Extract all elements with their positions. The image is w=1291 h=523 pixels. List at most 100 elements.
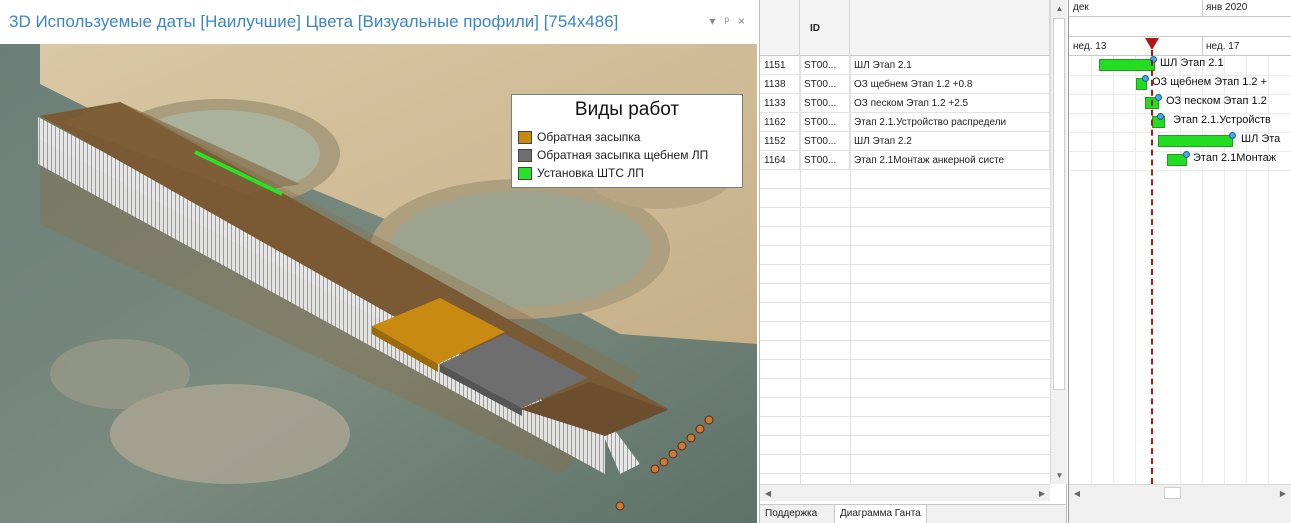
table-row-empty [760, 417, 1050, 436]
grid-header: ID [760, 0, 1050, 56]
scroll-right-icon[interactable]: ▶ [1034, 485, 1050, 502]
table-row-empty [760, 170, 1050, 189]
table-row-empty [760, 284, 1050, 303]
table-row[interactable]: 1164 ST00... Этап 2.1Монтаж анкерной сис… [760, 151, 1050, 170]
tab-support[interactable]: Поддержка [760, 505, 822, 523]
row-number: 1133 [760, 94, 800, 113]
row-name: ШЛ Этап 2.1 [850, 56, 1050, 75]
gantt-body: ШЛ Этап 2.1 ОЗ щебнем Этап 1.2 + ОЗ песк… [1069, 56, 1291, 484]
gantt-horizontal-scrollbar[interactable]: ◀ ▶ [1069, 484, 1291, 501]
gantt-gridline [1091, 56, 1092, 484]
legend-item-label: Обратная засыпка щебнем ЛП [537, 148, 709, 162]
tab-gantt-chart[interactable]: Диаграмма Ганта [834, 505, 927, 523]
row-id: ST00... [800, 132, 850, 151]
row-name: Этап 2.1Монтаж анкерной систе [850, 151, 1050, 170]
table-row-empty [760, 436, 1050, 455]
timescale-divider [1069, 36, 1291, 37]
row-number: 1162 [760, 113, 800, 132]
column-header-number[interactable] [760, 0, 800, 56]
row-number: 1151 [760, 56, 800, 75]
timescale-month: янв 2020 [1206, 2, 1248, 13]
gantt-gridline [1069, 170, 1291, 171]
table-row-empty [760, 246, 1050, 265]
link-handle-icon[interactable] [1155, 94, 1162, 101]
gantt-gridline [1113, 56, 1114, 484]
pin-icon[interactable]: ᵖ [724, 14, 729, 28]
grid-vertical-scrollbar[interactable]: ▲ ▼ [1050, 0, 1067, 484]
legend-item: Обратная засыпка щебнем ЛП [518, 146, 708, 164]
scroll-left-icon[interactable]: ◀ [1069, 485, 1085, 502]
row-id: ST00... [800, 151, 850, 170]
table-row-empty [760, 303, 1050, 322]
gantt-bar-label: Этап 2.1.Устройств [1173, 114, 1271, 126]
row-id: ST00... [800, 113, 850, 132]
close-icon[interactable]: × [738, 14, 745, 28]
link-handle-icon[interactable] [1157, 113, 1164, 120]
table-row[interactable]: 1162 ST00... Этап 2.1.Устройство распред… [760, 113, 1050, 132]
timescale-divider [1069, 16, 1291, 17]
gantt-bar[interactable] [1099, 59, 1155, 71]
dropdown-icon[interactable]: ▾ [709, 14, 715, 28]
scroll-thumb[interactable] [1164, 487, 1181, 499]
table-row-empty [760, 265, 1050, 284]
timescale-divider [1202, 36, 1203, 56]
link-handle-icon[interactable] [1142, 75, 1149, 82]
viewport-title: 3D Используемые даты [Наилучшие] Цвета [… [9, 12, 619, 31]
bottom-tabs: Поддержка Диаграмма Ганта [760, 504, 1066, 523]
table-row[interactable]: 1151 ST00... ШЛ Этап 2.1 [760, 56, 1050, 75]
column-header-name[interactable] [850, 0, 1050, 56]
gantt-bar-label: ОЗ щебнем Этап 1.2 + [1152, 76, 1268, 88]
gantt-bar[interactable] [1158, 135, 1233, 147]
table-row[interactable]: 1152 ST00... ШЛ Этап 2.2 [760, 132, 1050, 151]
legend-swatch [518, 166, 532, 180]
grid-horizontal-scrollbar[interactable]: ◀ ▶ [760, 484, 1050, 501]
scroll-down-icon[interactable]: ▼ [1051, 467, 1068, 484]
table-row-empty [760, 455, 1050, 474]
legend-swatch [518, 148, 532, 162]
row-name: ОЗ щебнем Этап 1.2 +0.8 [850, 75, 1050, 94]
legend-item: Обратная засыпка [518, 128, 640, 146]
timescale-divider [1202, 0, 1203, 16]
table-row-empty [760, 341, 1050, 360]
column-header-id[interactable]: ID [800, 0, 850, 56]
table-row[interactable]: 1138 ST00... ОЗ щебнем Этап 1.2 +0.8 [760, 75, 1050, 94]
scroll-thumb[interactable] [1053, 18, 1065, 390]
table-row-empty [760, 322, 1050, 341]
legend-swatch [518, 130, 532, 144]
table-row-empty [760, 398, 1050, 417]
legend: Виды работ Обратная засыпка Обратная зас… [511, 94, 743, 188]
gantt-bar-label: ШЛ Этап 2.1 [1160, 57, 1224, 69]
table-row-empty [760, 189, 1050, 208]
row-id: ST00... [800, 94, 850, 113]
row-number: 1138 [760, 75, 800, 94]
current-date-line [1151, 40, 1153, 484]
link-handle-icon[interactable] [1183, 151, 1190, 158]
scroll-left-icon[interactable]: ◀ [760, 485, 776, 502]
row-name: ОЗ песком Этап 1.2 +2.5 [850, 94, 1050, 113]
viewport-title-bar: 3D Используемые даты [Наилучшие] Цвета [… [0, 0, 757, 44]
gantt-chart: дек янв 2020 нед. 13 нед. 17 ШЛ Этап 2.1… [1068, 0, 1291, 523]
viewport-controls: ▾ ᵖ × [709, 14, 745, 28]
table-row[interactable]: 1133 ST00... ОЗ песком Этап 1.2 +2.5 [760, 94, 1050, 113]
gantt-gridline [1135, 56, 1136, 484]
timescale-week: нед. 17 [1206, 41, 1240, 52]
gantt-bar-label: Этап 2.1Монтаж [1193, 152, 1277, 164]
row-name: ШЛ Этап 2.2 [850, 132, 1050, 151]
gantt-bar-label: ШЛ Эта [1241, 133, 1281, 145]
scroll-up-icon[interactable]: ▲ [1051, 0, 1068, 17]
row-id: ST00... [800, 75, 850, 94]
table-row-empty [760, 208, 1050, 227]
legend-title: Виды работ [574, 99, 680, 120]
legend-item-label: Обратная засыпка [537, 130, 641, 144]
gantt-timescale: дек янв 2020 нед. 13 нед. 17 [1069, 0, 1291, 56]
3d-scene[interactable]: Виды работ Обратная засыпка Обратная зас… [0, 44, 757, 523]
timescale-month: дек [1073, 2, 1089, 13]
gantt-footer [1069, 501, 1291, 523]
scroll-right-icon[interactable]: ▶ [1275, 485, 1291, 502]
legend-item-label: Установка ШТС ЛП [537, 166, 644, 180]
row-name: Этап 2.1.Устройство распредели [850, 113, 1050, 132]
link-handle-icon[interactable] [1229, 132, 1236, 139]
table-row-empty [760, 227, 1050, 246]
legend-item: Установка ШТС ЛП [518, 164, 644, 182]
task-grid: ID 1151 ST00... ШЛ Этап 2.1 1138 ST00...… [759, 0, 1067, 523]
